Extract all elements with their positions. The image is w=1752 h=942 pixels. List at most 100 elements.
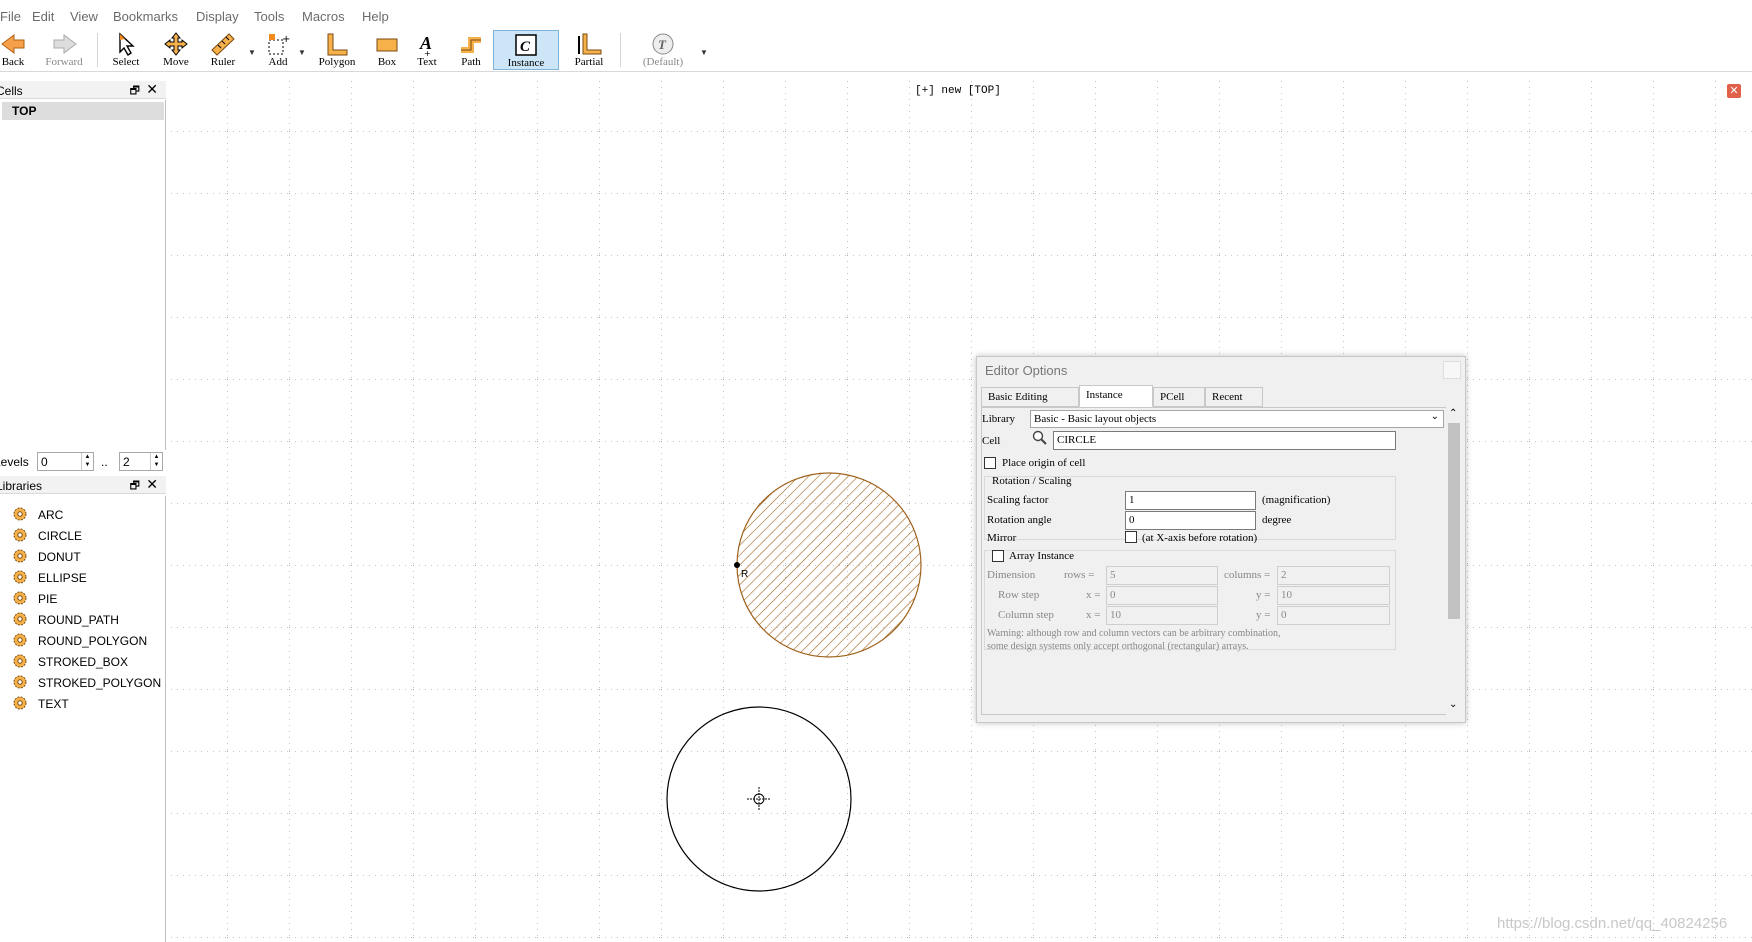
add-button[interactable]: + Add	[262, 30, 294, 70]
column-step-label: Column step	[998, 609, 1054, 621]
menu-display[interactable]: Display	[196, 9, 239, 24]
text-style-icon: T	[652, 33, 674, 55]
close-icon[interactable]: ✕	[146, 476, 158, 493]
levels-separator: ..	[101, 455, 108, 469]
toolbar-separator	[620, 33, 621, 67]
polygon-label: Polygon	[318, 56, 356, 68]
partial-button[interactable]: Partial	[566, 30, 612, 70]
instance-button[interactable]: C Instance	[493, 30, 559, 70]
scaling-unit: (magnification)	[1262, 494, 1331, 506]
menu-file[interactable]: File	[0, 9, 21, 24]
cells-title: Cells	[0, 84, 23, 98]
text-button[interactable]: A + Text	[412, 30, 442, 70]
cell-input[interactable]: CIRCLE	[1053, 431, 1396, 450]
float-icon[interactable]: 🗗	[130, 82, 140, 101]
array-instance-label: Array Instance	[1009, 550, 1075, 562]
float-icon[interactable]: 🗗	[130, 477, 140, 496]
levels-from-value: 0	[41, 455, 48, 469]
box-icon	[376, 38, 398, 52]
add-label: Add	[268, 56, 288, 68]
move-button[interactable]: Move	[160, 30, 192, 70]
scaling-factor-label: Scaling factor	[987, 494, 1049, 506]
canvas-grid	[167, 78, 1752, 942]
library-item-label: ROUND_PATH	[38, 613, 119, 627]
scrollbar-thumb[interactable]	[1448, 423, 1460, 619]
rows-input[interactable]: 5	[1106, 566, 1218, 585]
path-label: Path	[461, 56, 481, 68]
tab-recent[interactable]: Recent	[1205, 387, 1263, 407]
search-icon[interactable]	[1032, 430, 1048, 446]
polygon-button[interactable]: Polygon	[314, 30, 360, 70]
columns-input[interactable]: 2	[1277, 566, 1390, 585]
cells-dock-title: Cells 🗗 ✕	[0, 81, 166, 99]
instance-label: Instance	[507, 57, 545, 69]
rows-label: rows =	[1064, 569, 1095, 581]
toolbar-separator	[97, 33, 98, 67]
add-icon: +	[268, 34, 290, 55]
layout-canvas[interactable]	[167, 78, 1752, 942]
tab-instance[interactable]: Instance	[1079, 385, 1153, 407]
library-cell-icon	[13, 675, 27, 689]
placed-circle-instance[interactable]	[736, 472, 922, 658]
cursor-label: R	[741, 569, 749, 580]
path-button[interactable]: Path	[454, 30, 488, 70]
tab-pcell[interactable]: PCell	[1153, 387, 1205, 407]
levels-from-spinner[interactable]: 0 ▲ ▼	[37, 452, 94, 471]
library-cell-icon	[13, 507, 27, 521]
spinner-arrows-icon[interactable]: ▲ ▼	[81, 453, 93, 470]
row-step-label: Row step	[998, 589, 1040, 601]
levels-to-spinner[interactable]: 2 ▲ ▼	[119, 452, 163, 471]
library-item-label: CIRCLE	[38, 529, 83, 543]
row-step-x-input[interactable]: 0	[1106, 586, 1218, 605]
close-view-icon[interactable]: ✕	[1727, 84, 1741, 98]
dialog-close-button[interactable]	[1443, 361, 1461, 379]
array-instance-checkbox[interactable]	[992, 550, 1004, 562]
ruler-icon	[211, 33, 235, 56]
mirror-text: (at X-axis before rotation)	[1142, 532, 1258, 544]
menu-edit[interactable]: Edit	[32, 9, 54, 24]
mirror-label: Mirror	[987, 532, 1017, 544]
dimension-label: Dimension	[987, 569, 1036, 581]
row-step-y-input[interactable]: 10	[1277, 586, 1390, 605]
menu-macros[interactable]: Macros	[302, 9, 345, 24]
ruler-button[interactable]: Ruler	[205, 30, 241, 70]
move-arrows-icon	[164, 32, 188, 56]
scaling-factor-input[interactable]: 1	[1125, 491, 1256, 510]
svg-text:+: +	[282, 34, 290, 45]
mirror-checkbox[interactable]	[1125, 531, 1137, 543]
row-x-label: x =	[1086, 589, 1101, 601]
origin-marker	[734, 562, 740, 568]
back-button[interactable]: Back	[0, 30, 26, 70]
place-origin-checkbox[interactable]	[984, 457, 996, 469]
box-button[interactable]: Box	[372, 30, 402, 70]
text-label: Text	[417, 56, 437, 68]
library-item-label: ELLIPSE	[38, 571, 87, 585]
forward-button[interactable]: Forward	[42, 30, 86, 70]
libraries-dock-title: Libraries 🗗 ✕	[0, 476, 166, 494]
spinner-arrows-icon[interactable]: ▲ ▼	[150, 453, 162, 470]
default-text-style-button[interactable]: T (Default)	[632, 30, 694, 70]
menu-help[interactable]: Help	[362, 9, 389, 24]
ruler-dropdown-icon[interactable]: ▼	[248, 48, 256, 57]
rotation-group-title: Rotation / Scaling	[992, 475, 1072, 487]
add-dropdown-icon[interactable]: ▼	[298, 48, 306, 57]
select-button[interactable]: Select	[106, 30, 146, 70]
menu-bookmarks[interactable]: Bookmarks	[113, 9, 178, 24]
column-step-y-input[interactable]: 0	[1277, 606, 1390, 625]
column-step-x-input[interactable]: 10	[1106, 606, 1218, 625]
library-select[interactable]: Basic - Basic layout objects ⌄	[1030, 410, 1444, 428]
scroll-down-icon[interactable]: ⌄	[1449, 699, 1457, 710]
column-x-label: x =	[1086, 609, 1101, 621]
dialog-scrollbar[interactable]: ⌃ ⌄	[1446, 407, 1462, 715]
menu-view[interactable]: View	[70, 9, 98, 24]
ruler-label: Ruler	[210, 56, 236, 68]
rotation-angle-input[interactable]: 0	[1125, 511, 1256, 530]
scroll-up-icon[interactable]: ⌃	[1449, 408, 1457, 419]
box-label: Box	[377, 56, 397, 68]
tab-basic-editing[interactable]: Basic Editing	[981, 387, 1079, 407]
cell-top-item[interactable]: TOP	[2, 102, 164, 120]
text-style-dropdown-icon[interactable]: ▼	[700, 48, 708, 57]
menu-tools[interactable]: Tools	[254, 9, 284, 24]
close-icon[interactable]: ✕	[146, 81, 158, 98]
cells-tree: TOP	[0, 100, 166, 450]
